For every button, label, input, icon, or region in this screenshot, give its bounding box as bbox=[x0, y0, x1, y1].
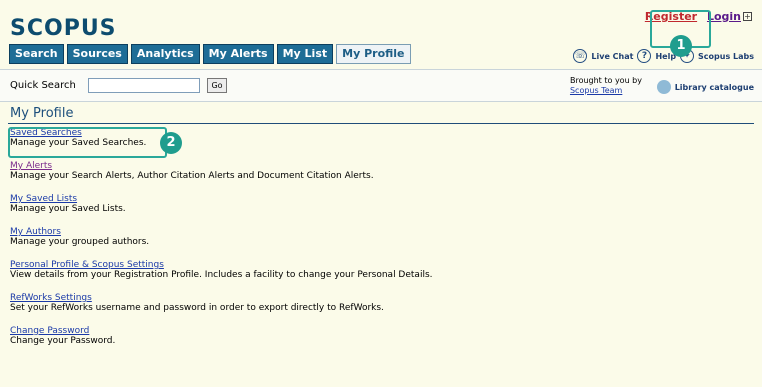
personal-profile-link[interactable]: Personal Profile & Scopus Settings bbox=[10, 260, 750, 270]
scopus-logo[interactable]: SCOPUS bbox=[10, 16, 117, 41]
help-icon: ? bbox=[637, 49, 652, 63]
item-description: View details from your Registration Prof… bbox=[10, 270, 433, 280]
item-description: Manage your Search Alerts, Author Citati… bbox=[10, 171, 374, 181]
my-saved-lists-link[interactable]: My Saved Lists bbox=[10, 194, 750, 204]
change-password-link[interactable]: Change Password bbox=[10, 326, 750, 336]
login-link[interactable]: Login bbox=[707, 10, 741, 23]
scopus-labs-link[interactable]: Scopus Labs bbox=[698, 52, 754, 61]
tab-my-list[interactable]: My List bbox=[276, 44, 334, 64]
live-chat-link[interactable]: Live Chat bbox=[591, 52, 633, 61]
item-description: Change your Password. bbox=[10, 336, 116, 346]
step-badge-2: 2 bbox=[160, 132, 182, 154]
title-divider bbox=[8, 123, 754, 124]
tab-search[interactable]: Search bbox=[9, 44, 64, 64]
tab-my-profile[interactable]: My Profile bbox=[336, 44, 411, 64]
go-button[interactable]: Go bbox=[207, 78, 227, 93]
step-badge-1: 1 bbox=[670, 35, 692, 57]
page-title: My Profile bbox=[10, 106, 74, 121]
tab-analytics[interactable]: Analytics bbox=[130, 44, 200, 64]
list-item: My Saved Lists Manage your Saved Lists. bbox=[10, 194, 750, 214]
expand-icon[interactable]: + bbox=[743, 12, 752, 21]
scopus-team-link[interactable]: Scopus Team bbox=[570, 86, 622, 95]
quick-search-input[interactable] bbox=[88, 78, 200, 93]
brought-by-label: Brought to you by bbox=[569, 76, 642, 85]
list-item: Personal Profile & Scopus Settings View … bbox=[10, 260, 750, 280]
brought-by: Brought to you by Scopus Team bbox=[570, 76, 642, 96]
chat-icon: ☏ bbox=[573, 49, 588, 63]
quick-search-label: Quick Search bbox=[10, 80, 76, 91]
refworks-settings-link[interactable]: RefWorks Settings bbox=[10, 293, 750, 303]
my-authors-link[interactable]: My Authors bbox=[10, 227, 750, 237]
list-item: My Authors Manage your grouped authors. bbox=[10, 227, 750, 247]
quick-search-bar: Quick Search Go bbox=[0, 69, 762, 102]
my-alerts-link[interactable]: My Alerts bbox=[10, 161, 750, 171]
tab-my-alerts[interactable]: My Alerts bbox=[202, 44, 274, 64]
list-item: Change Password Change your Password. bbox=[10, 326, 750, 346]
tab-sources[interactable]: Sources bbox=[66, 44, 128, 64]
main-nav: Search Sources Analytics My Alerts My Li… bbox=[9, 44, 411, 64]
tool-links: ☏ Live Chat ? Help ✦ Scopus Labs bbox=[573, 49, 754, 63]
profile-options: Saved Searches Manage your Saved Searche… bbox=[10, 128, 750, 359]
list-item: My Alerts Manage your Search Alerts, Aut… bbox=[10, 161, 750, 181]
header-bar: SCOPUS Search Sources Analytics My Alert… bbox=[0, 0, 762, 69]
library-icon bbox=[656, 80, 671, 94]
library-catalogue-link[interactable]: Library catalogue bbox=[675, 83, 754, 92]
list-item: RefWorks Settings Set your RefWorks user… bbox=[10, 293, 750, 313]
item-description: Manage your grouped authors. bbox=[10, 237, 150, 247]
highlight-saved-searches bbox=[8, 127, 167, 158]
item-description: Manage your Saved Lists. bbox=[10, 204, 126, 214]
library-catalogue: Library catalogue bbox=[656, 80, 754, 94]
item-description: Set your RefWorks username and password … bbox=[10, 303, 384, 313]
